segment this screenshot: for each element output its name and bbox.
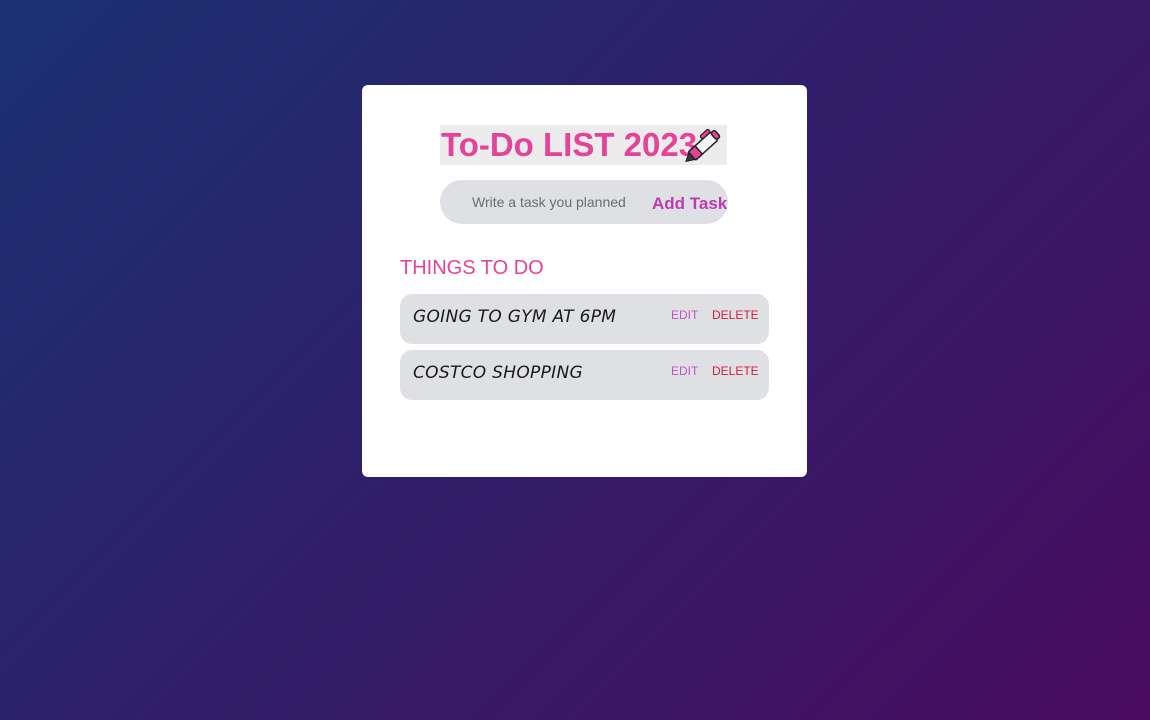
todo-card: To-Do LIST 2023 Add Task THINGS TO DO GO…	[362, 85, 807, 477]
edit-button[interactable]: EDIT	[671, 308, 698, 322]
task-item: COSTCO SHOPPING EDIT DELETE	[400, 350, 769, 400]
pen-icon	[685, 128, 721, 163]
edit-button[interactable]: EDIT	[671, 364, 698, 378]
add-task-form: Add Task	[440, 180, 728, 224]
task-input[interactable]	[440, 182, 652, 222]
section-heading: THINGS TO DO	[400, 257, 544, 279]
delete-button[interactable]: DELETE	[712, 308, 759, 322]
task-item: GOING TO GYM AT 6PM EDIT DELETE	[400, 294, 769, 344]
delete-button[interactable]: DELETE	[712, 364, 759, 378]
app-title: To-Do LIST 2023	[441, 126, 698, 163]
page-background: { "app": { "title": "To-Do LIST 2023", "…	[0, 0, 1150, 720]
task-text: GOING TO GYM AT 6PM	[413, 307, 617, 327]
add-task-button[interactable]: Add Task	[652, 194, 727, 214]
task-list: GOING TO GYM AT 6PM EDIT DELETE COSTCO S…	[400, 294, 769, 406]
title-bar: To-Do LIST 2023	[440, 125, 727, 165]
task-text: COSTCO SHOPPING	[413, 363, 583, 383]
